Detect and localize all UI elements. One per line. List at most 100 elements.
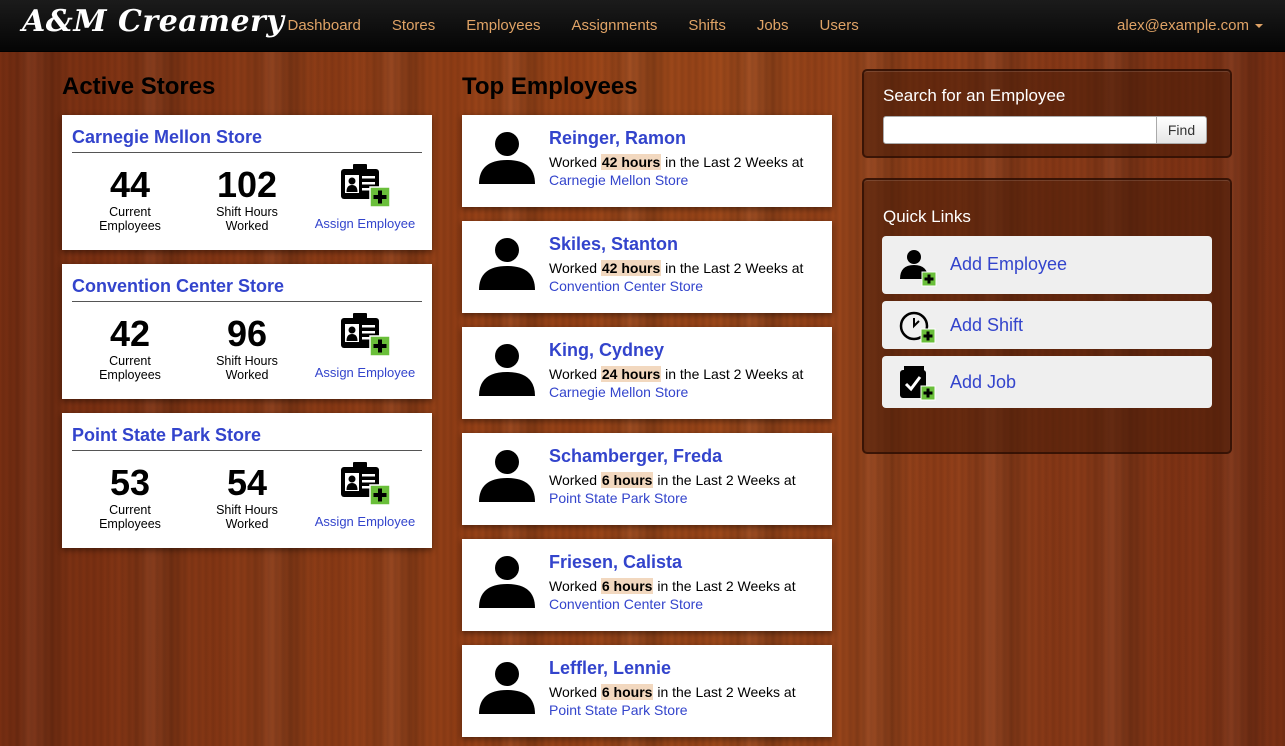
shift-hours-label-1: Shift Hours: [216, 354, 278, 368]
user-menu[interactable]: alex@example.com: [1117, 0, 1263, 52]
store-name-link[interactable]: Point State Park Store: [72, 425, 422, 451]
assign-employee-label: Assign Employee: [314, 216, 416, 231]
add-employee-icon: [898, 247, 938, 292]
add-employee-label: Add Employee: [950, 254, 1068, 274]
current-employees-label-1: Current: [109, 354, 151, 368]
worked-suffix: in the Last 2 Weeks at: [657, 578, 796, 594]
employee-search-input[interactable]: [883, 116, 1157, 144]
add-employee-link[interactable]: Add Employee: [882, 236, 1212, 294]
employee-name-link[interactable]: King, Cydney: [549, 340, 664, 361]
assign-employee-button[interactable]: Assign Employee: [310, 461, 420, 529]
employee-name-link[interactable]: Friesen, Calista: [549, 552, 682, 573]
user-email: alex@example.com: [1117, 17, 1249, 34]
employee-store-link[interactable]: Convention Center Store: [549, 278, 703, 294]
assign-employee-button[interactable]: Assign Employee: [310, 163, 420, 231]
shift-hours-stat: 96 Shift Hours Worked: [197, 313, 297, 383]
employee-store-link[interactable]: Point State Park Store: [549, 490, 688, 506]
worked-prefix: Worked: [549, 260, 597, 276]
search-panel: Search for an Employee Find: [862, 69, 1232, 158]
shift-hours-label-1: Shift Hours: [216, 205, 278, 219]
nav-shifts[interactable]: Shifts: [673, 0, 742, 52]
current-employees-label-1: Current: [109, 205, 151, 219]
employee-card: Leffler, Lennie Worked 6 hours in the La…: [462, 645, 832, 737]
person-avatar-icon: [478, 449, 536, 508]
employee-name-link[interactable]: Skiles, Stanton: [549, 234, 678, 255]
add-job-icon: [898, 364, 938, 407]
worked-prefix: Worked: [549, 366, 597, 382]
add-shift-link[interactable]: Add Shift: [882, 301, 1212, 349]
current-employees-stat: 53 Current Employees: [80, 462, 180, 532]
employee-card: Friesen, Calista Worked 6 hours in the L…: [462, 539, 832, 631]
current-employees-stat: 44 Current Employees: [80, 164, 180, 234]
current-employees-count: 42: [109, 313, 151, 354]
employee-card: Schamberger, Freda Worked 6 hours in the…: [462, 433, 832, 525]
employee-hours-text: Worked 6 hours in the Last 2 Weeks at Po…: [549, 471, 819, 507]
person-avatar-icon: [478, 661, 536, 720]
shift-hours-stat: 54 Shift Hours Worked: [197, 463, 297, 532]
nav-jobs[interactable]: Jobs: [741, 0, 804, 52]
shift-hours-count: 96: [226, 313, 268, 354]
person-avatar-icon: [478, 237, 536, 296]
worked-prefix: Worked: [549, 578, 597, 594]
brand-logo[interactable]: A&M Creamery: [22, 4, 284, 39]
worked-prefix: Worked: [549, 154, 597, 170]
nav-users[interactable]: Users: [804, 0, 874, 52]
person-avatar-icon: [478, 555, 536, 614]
hours-worked-badge: 6 hours: [600, 684, 654, 700]
assign-employee-label: Assign Employee: [314, 514, 416, 529]
top-navbar: A&M Creamery Dashboard Stores Employees …: [0, 0, 1285, 52]
employee-hours-text: Worked 24 hours in the Last 2 Weeks at C…: [549, 365, 819, 401]
person-avatar-icon: [478, 131, 536, 190]
add-shift-icon: [898, 309, 938, 350]
employee-store-link[interactable]: Carnegie Mellon Store: [549, 172, 688, 188]
worked-prefix: Worked: [549, 472, 597, 488]
current-employees-count: 53: [109, 462, 151, 503]
nav-employees[interactable]: Employees: [451, 0, 556, 52]
current-employees-count: 44: [109, 164, 151, 205]
add-job-link[interactable]: Add Job: [882, 356, 1212, 408]
nav-dashboard[interactable]: Dashboard: [272, 0, 376, 52]
employee-hours-text: Worked 6 hours in the Last 2 Weeks at Co…: [549, 577, 819, 613]
assign-employee-icon: [339, 462, 391, 511]
store-card: Convention Center Store 42 Current Emplo…: [62, 264, 432, 399]
hours-worked-badge: 24 hours: [600, 366, 662, 382]
employee-store-link[interactable]: Convention Center Store: [549, 596, 703, 612]
current-employees-label-1: Current: [109, 503, 151, 517]
employee-name-link[interactable]: Leffler, Lennie: [549, 658, 671, 679]
employee-store-link[interactable]: Point State Park Store: [549, 702, 688, 718]
worked-suffix: in the Last 2 Weeks at: [665, 260, 804, 276]
active-stores-heading: Active Stores: [62, 73, 216, 100]
current-employees-stat: 42 Current Employees: [80, 313, 180, 383]
worked-prefix: Worked: [549, 684, 597, 700]
store-name-link[interactable]: Convention Center Store: [72, 276, 422, 302]
quick-links-panel: Quick Links Add Employee Add Shift Add J…: [862, 178, 1232, 454]
shift-hours-label-2: Worked: [225, 219, 269, 233]
hours-worked-badge: 6 hours: [600, 472, 654, 488]
nav-stores[interactable]: Stores: [376, 0, 450, 52]
nav-links: Dashboard Stores Employees Assignments S…: [272, 0, 874, 52]
assign-employee-icon: [339, 164, 391, 213]
hours-worked-badge: 42 hours: [600, 154, 662, 170]
hours-worked-badge: 42 hours: [600, 260, 662, 276]
add-shift-label: Add Shift: [950, 315, 1024, 335]
store-name-link[interactable]: Carnegie Mellon Store: [72, 127, 422, 153]
employee-hours-text: Worked 42 hours in the Last 2 Weeks at C…: [549, 153, 819, 189]
employee-card: King, Cydney Worked 24 hours in the Last…: [462, 327, 832, 419]
shift-hours-label-1: Shift Hours: [216, 503, 278, 517]
search-panel-title: Search for an Employee: [883, 86, 1066, 105]
worked-suffix: in the Last 2 Weeks at: [657, 684, 796, 700]
employee-card: Skiles, Stanton Worked 42 hours in the L…: [462, 221, 832, 313]
worked-suffix: in the Last 2 Weeks at: [665, 366, 804, 382]
store-card: Point State Park Store 53 Current Employ…: [62, 413, 432, 548]
find-button[interactable]: Find: [1156, 116, 1207, 144]
assign-employee-button[interactable]: Assign Employee: [310, 312, 420, 380]
current-employees-label-2: Employees: [99, 517, 161, 531]
assign-employee-label: Assign Employee: [314, 365, 416, 380]
employee-name-link[interactable]: Schamberger, Freda: [549, 446, 722, 467]
nav-assignments[interactable]: Assignments: [556, 0, 673, 52]
employee-name-link[interactable]: Reinger, Ramon: [549, 128, 686, 149]
person-avatar-icon: [478, 343, 536, 402]
current-employees-label-2: Employees: [99, 219, 161, 233]
employee-store-link[interactable]: Carnegie Mellon Store: [549, 384, 688, 400]
shift-hours-label-2: Worked: [225, 368, 269, 382]
